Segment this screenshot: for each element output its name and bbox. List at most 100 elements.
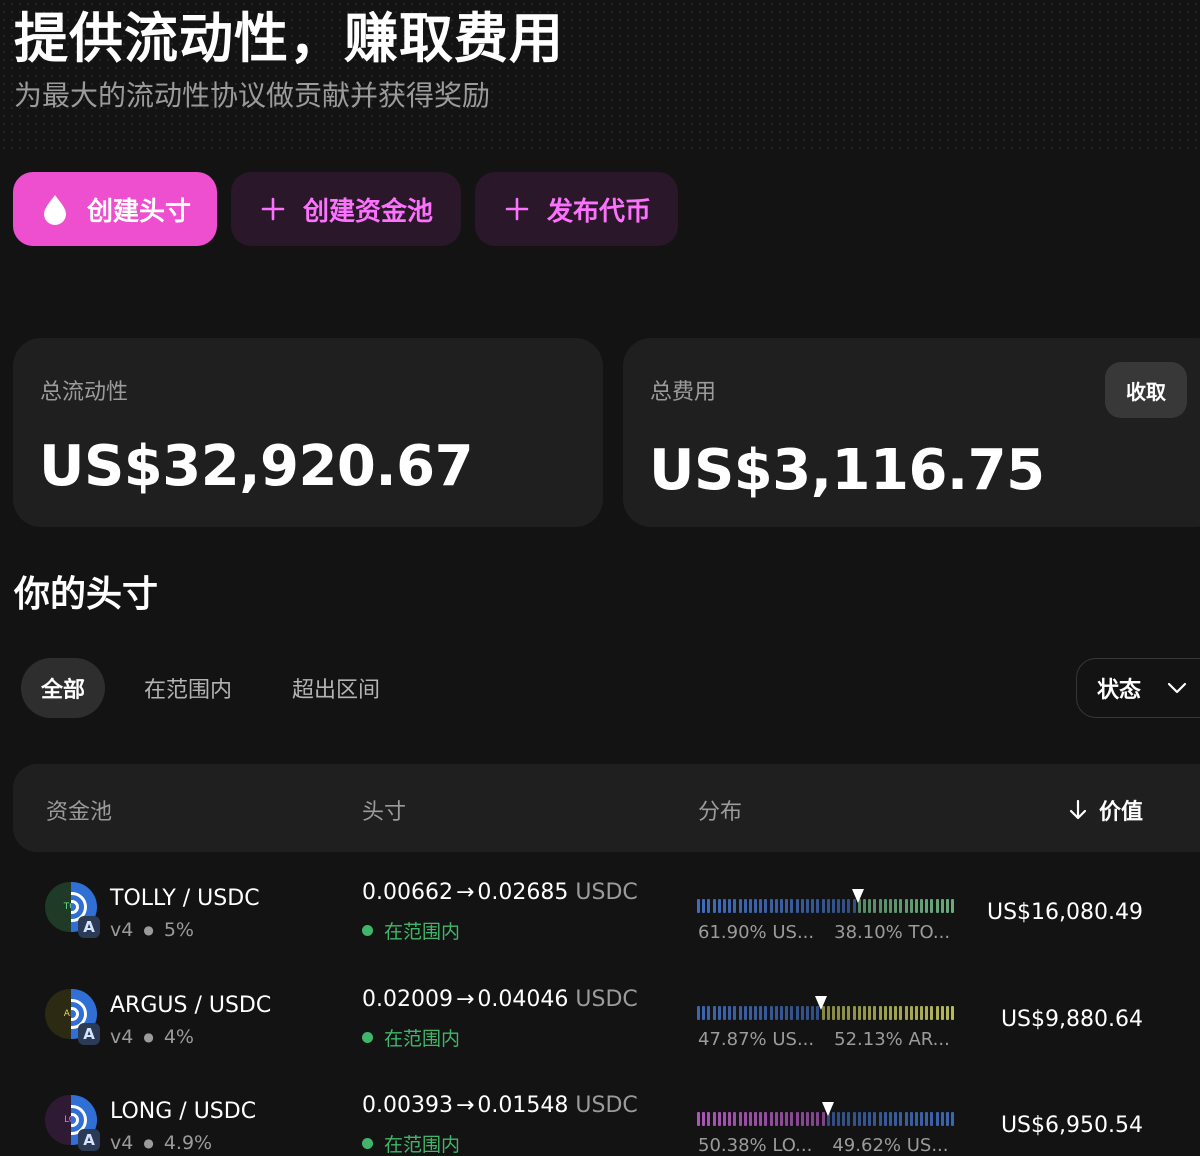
distribution-tick xyxy=(697,1112,700,1126)
pool-fee: 4% xyxy=(163,1026,194,1048)
column-position: 头寸 xyxy=(362,800,407,825)
share-right: 52.13% AR... xyxy=(834,1029,950,1050)
distribution-tick xyxy=(946,1006,949,1020)
distribution-tick xyxy=(847,1006,851,1020)
arrow-down-icon xyxy=(1069,799,1087,821)
range-status-label: 在范围内 xyxy=(384,1134,461,1156)
distribution-tick xyxy=(722,899,726,913)
distribution-tick xyxy=(904,1112,908,1126)
distribution-tick xyxy=(925,899,929,913)
distribution-tick xyxy=(717,1006,721,1020)
distribution-tick xyxy=(702,899,706,913)
distribution-shares: 50.38% LO... 49.62% US... xyxy=(698,1135,948,1156)
distribution-tick xyxy=(821,899,825,913)
pool-version: v4 xyxy=(110,1132,134,1154)
filter-all-tab[interactable]: 全部 xyxy=(21,658,105,718)
distribution-tick xyxy=(707,1112,711,1126)
filter-out-of-range-tab[interactable]: 超出区间 xyxy=(292,658,380,718)
distribution-tick xyxy=(925,1112,929,1126)
distribution-tick xyxy=(899,1112,903,1126)
page-subtitle: 为最大的流动性协议做贡献并获得奖励 xyxy=(14,79,491,112)
token-pair-logo: AR A xyxy=(45,989,101,1045)
status-dropdown[interactable]: 状态 xyxy=(1076,658,1200,718)
launch-token-button[interactable]: 发布代币 xyxy=(475,172,678,246)
distribution-tick xyxy=(935,1006,939,1020)
distribution-tick xyxy=(805,1112,809,1126)
range-low: 0.00662 xyxy=(362,880,453,905)
total-fees-card: 总费用 US$3,116.75 收取 xyxy=(623,338,1200,527)
distribution-tick xyxy=(785,899,789,913)
distribution-tick xyxy=(940,1112,944,1126)
position-value: US$16,080.49 xyxy=(986,900,1143,925)
range-status-label: 在范围内 xyxy=(384,921,461,943)
distribution-tick xyxy=(914,1112,918,1126)
distribution-tick xyxy=(754,1112,758,1126)
droplet-icon xyxy=(41,193,69,225)
distribution-tick xyxy=(800,1006,804,1020)
distribution-tick xyxy=(707,1006,711,1020)
distribution-tick xyxy=(888,1006,892,1020)
position-value: US$9,880.64 xyxy=(1000,1007,1143,1032)
distribution-tick xyxy=(951,899,955,913)
create-pool-button[interactable]: 创建资金池 xyxy=(231,172,461,246)
position-row[interactable]: TO A TOLLY / USDC v4 ● 5% 0.00662 → 0.02685 USDC… xyxy=(0,870,1200,976)
distribution-tick xyxy=(697,899,700,913)
separator-dot: ● xyxy=(143,1136,154,1150)
distribution-tick xyxy=(790,1006,794,1020)
create-position-button[interactable]: 创建头寸 xyxy=(13,172,217,246)
range-low: 0.00393 xyxy=(362,1093,453,1118)
distribution-tick xyxy=(847,899,851,913)
distribution-tick xyxy=(894,1006,898,1020)
share-right: 49.62% US... xyxy=(832,1135,949,1156)
distribution-tick xyxy=(702,1006,706,1020)
distribution-tick xyxy=(780,899,783,913)
collect-fees-button[interactable]: 收取 xyxy=(1105,362,1187,418)
filter-in-range-tab[interactable]: 在范围内 xyxy=(144,658,232,718)
total-liquidity-value: US$32,920.67 xyxy=(39,434,474,499)
distribution-tick xyxy=(925,1006,929,1020)
distribution-shares: 61.90% US... 38.10% TO... xyxy=(698,922,950,943)
distribution-tick xyxy=(888,1112,892,1126)
distribution-tick xyxy=(748,899,752,913)
distribution-tick xyxy=(868,899,872,913)
distribution-tick xyxy=(811,1112,815,1126)
create-position-label: 创建头寸 xyxy=(87,196,192,227)
share-right: 38.10% TO... xyxy=(834,922,951,943)
distribution-tick xyxy=(754,1006,758,1020)
positions-page: 提供流动性，赚取费用 为最大的流动性协议做贡献并获得奖励 创建头寸 创建资金池 … xyxy=(0,0,1200,1156)
distribution-tick xyxy=(774,899,778,913)
distribution-tick xyxy=(764,1006,768,1020)
price-range: 0.00662 → 0.02685 USDC xyxy=(362,880,638,905)
distribution-tick xyxy=(852,1006,856,1020)
distribution-tick xyxy=(785,1006,789,1020)
distribution-tick xyxy=(728,1112,732,1126)
distribution-tick xyxy=(717,1112,721,1126)
current-price-marker xyxy=(815,996,828,1010)
distribution-tick xyxy=(748,1006,752,1020)
distribution-tick xyxy=(935,899,939,913)
distribution-tick xyxy=(894,899,898,913)
position-row[interactable]: LO A LONG / USDC v4 ● 4.9% 0.00393 → 0.01548 USD… xyxy=(0,1083,1200,1156)
distribution-tick xyxy=(909,1006,913,1020)
distribution-tick xyxy=(733,899,737,913)
position-row[interactable]: AR A ARGUS / USDC v4 ● 4% 0.02009 → 0.04046 USDC… xyxy=(0,977,1200,1083)
distribution-tick xyxy=(863,1112,866,1126)
distribution-tick xyxy=(951,1006,955,1020)
distribution-tick xyxy=(899,899,903,913)
distribution-tick xyxy=(712,1112,716,1126)
distribution-tick xyxy=(878,1006,882,1020)
distribution-shares: 47.87% US... 52.13% AR... xyxy=(698,1029,950,1050)
column-value-sort[interactable]: 价值 xyxy=(1069,794,1143,826)
distribution-tick xyxy=(946,899,949,913)
distribution-tick xyxy=(878,899,882,913)
distribution-tick xyxy=(857,1006,861,1020)
plus-icon xyxy=(261,197,285,221)
distribution-tick xyxy=(909,1112,913,1126)
distribution-tick xyxy=(842,1112,846,1126)
distribution-tick xyxy=(800,1112,804,1126)
distribution-tick xyxy=(940,1006,944,1020)
distribution-tick xyxy=(899,1006,903,1020)
distribution-tick xyxy=(790,899,794,913)
total-fees-value: US$3,116.75 xyxy=(649,438,1045,503)
range-high: 0.04046 xyxy=(477,987,569,1012)
